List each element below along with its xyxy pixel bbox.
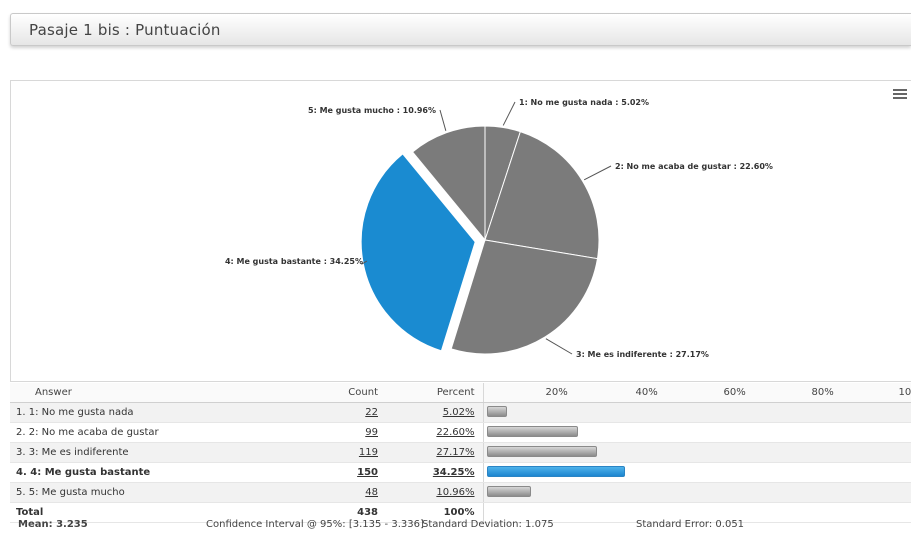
axis-header: 20% 40% 60% 80% 100% xyxy=(483,383,911,403)
percent-cell: 10.96% xyxy=(390,482,484,503)
percent-bar xyxy=(486,446,597,457)
answer-header: Answer xyxy=(10,383,300,403)
slice-label: 2: No me acaba de gustar : 22.60% xyxy=(615,162,773,171)
results-table: Answer Count Percent 20% 40% 60% 80% 100% 1.… xyxy=(10,383,911,523)
percent-cell: 34.25% xyxy=(390,462,484,483)
table-row: 4. 4: Me gusta bastante 150 34.25% xyxy=(10,462,911,483)
count-link[interactable]: 22 xyxy=(365,407,378,418)
slice-connector xyxy=(545,338,573,355)
percent-bar xyxy=(486,426,579,437)
count-link[interactable]: 119 xyxy=(359,447,378,458)
percent-link[interactable]: 22.60% xyxy=(436,427,474,438)
slice-label: 1: No me gusta nada : 5.02% xyxy=(519,98,649,107)
axis-tick-label: 40% xyxy=(635,387,658,398)
row-index: 1. xyxy=(16,407,26,418)
table-row: 5. 5: Me gusta mucho 48 10.96% xyxy=(10,482,911,503)
pie-slice[interactable] xyxy=(450,239,599,355)
table-row: 1. 1: No me gusta nada 22 5.02% xyxy=(10,402,911,423)
row-index: 2. xyxy=(16,427,26,438)
percent-link[interactable]: 5.02% xyxy=(443,407,475,418)
percent-bar xyxy=(486,406,507,417)
slice-connector xyxy=(439,109,447,131)
axis-tick-label: 20% xyxy=(545,387,568,398)
axis-tick-label: 60% xyxy=(723,387,746,398)
answer-cell: 3. 3: Me es indiferente xyxy=(10,442,300,463)
table-row: 2. 2: No me acaba de gustar 99 22.60% xyxy=(10,422,911,443)
count-cell: 150 xyxy=(300,462,390,483)
percent-cell: 27.17% xyxy=(390,442,484,463)
percent-link[interactable]: 34.25% xyxy=(433,467,475,478)
answer-label: 1: No me gusta nada xyxy=(28,407,134,418)
bar-cell xyxy=(483,482,911,503)
axis-tick-label: 80% xyxy=(811,387,834,398)
bar-cell xyxy=(483,442,911,463)
percent-link[interactable]: 27.17% xyxy=(436,447,474,458)
count-cell: 99 xyxy=(300,422,390,443)
count-link[interactable]: 150 xyxy=(357,467,378,478)
slice-connector xyxy=(583,165,612,181)
answer-cell: 4. 4: Me gusta bastante xyxy=(10,462,300,483)
page-title: Pasaje 1 bis : Puntuación xyxy=(29,21,221,39)
count-cell: 48 xyxy=(300,482,390,503)
confidence-interval: Confidence Interval @ 95%: [3.135 - 3.33… xyxy=(206,519,424,530)
count-cell: 119 xyxy=(300,442,390,463)
percent-cell: 5.02% xyxy=(390,402,484,423)
standard-error: Standard Error: 0.051 xyxy=(636,519,745,530)
answer-cell: 5. 5: Me gusta mucho xyxy=(10,482,300,503)
percent-header: Percent xyxy=(390,383,484,403)
bar-cell xyxy=(483,462,911,483)
percent-cell: 22.60% xyxy=(390,422,484,443)
answer-label: 4: Me gusta bastante xyxy=(30,467,151,478)
answer-cell: 1. 1: No me gusta nada xyxy=(10,402,300,423)
section-title-bar: Pasaje 1 bis : Puntuación xyxy=(10,13,911,46)
answer-label: 5: Me gusta mucho xyxy=(28,487,125,498)
answer-label: 2: No me acaba de gustar xyxy=(28,427,159,438)
table-row: 3. 3: Me es indiferente 119 27.17% xyxy=(10,442,911,463)
bar-cell xyxy=(483,422,911,443)
count-header: Count xyxy=(300,383,390,403)
percent-bar xyxy=(486,486,531,497)
statistics-bar: Mean: 3.235 Confidence Interval @ 95%: [… xyxy=(10,517,911,533)
percent-bar xyxy=(486,466,626,477)
count-cell: 22 xyxy=(300,402,390,423)
slice-connector xyxy=(502,101,516,126)
count-link[interactable]: 48 xyxy=(365,487,378,498)
row-index: 5. xyxy=(16,487,26,498)
axis-tick-label: 100% xyxy=(898,387,911,398)
row-index: 3. xyxy=(16,447,26,458)
answer-cell: 2. 2: No me acaba de gustar xyxy=(10,422,300,443)
mean-value: Mean: 3.235 xyxy=(18,519,88,530)
bar-cell xyxy=(483,402,911,423)
slice-label: 4: Me gusta bastante : 34.25% xyxy=(225,257,363,266)
chart-container: 1: No me gusta nada : 5.02% 2: No me acab… xyxy=(10,80,911,382)
slice-label: 5: Me gusta mucho : 10.96% xyxy=(308,106,436,115)
count-link[interactable]: 99 xyxy=(365,427,378,438)
percent-link[interactable]: 10.96% xyxy=(436,487,474,498)
row-index: 4. xyxy=(16,467,27,478)
slice-label: 3: Me es indiferente : 27.17% xyxy=(576,350,709,359)
standard-deviation: Standard Deviation: 1.075 xyxy=(422,519,554,530)
pie-chart: 1: No me gusta nada : 5.02% 2: No me acab… xyxy=(225,98,773,359)
answer-label: 3: Me es indiferente xyxy=(28,447,129,458)
